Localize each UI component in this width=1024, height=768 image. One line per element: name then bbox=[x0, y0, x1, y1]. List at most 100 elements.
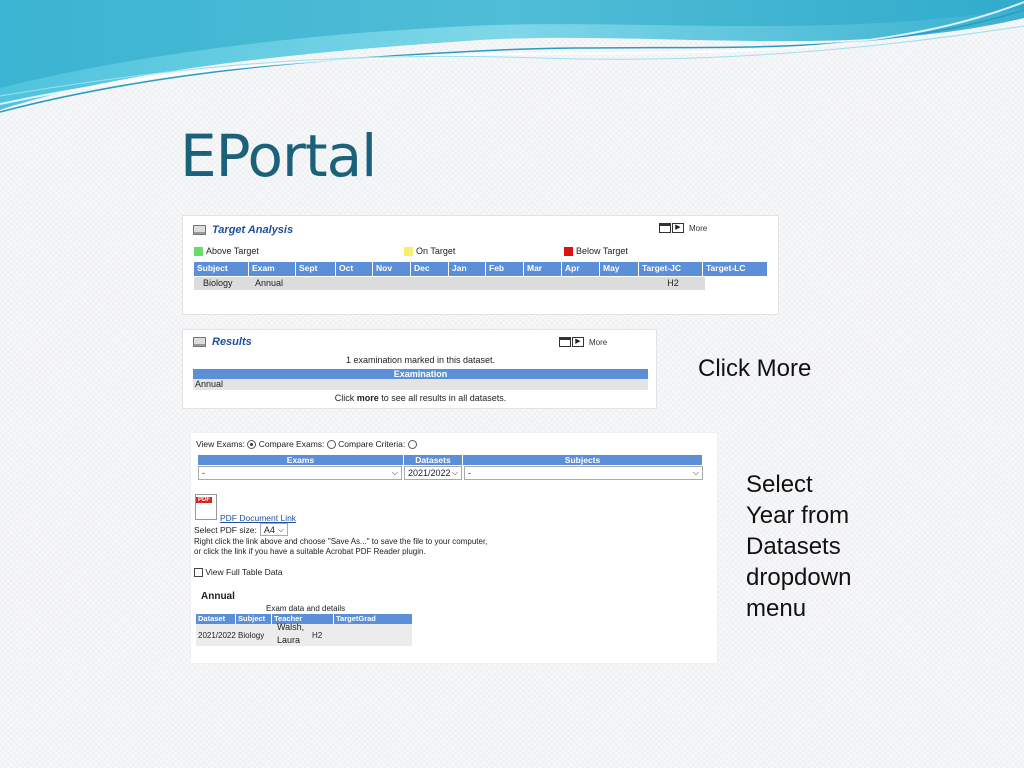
col-dec: Dec bbox=[411, 262, 449, 276]
header-wave-decoration bbox=[0, 0, 1024, 113]
swatch-green bbox=[194, 246, 203, 256]
col-mar: Mar bbox=[524, 262, 562, 276]
note-line: menu bbox=[746, 595, 807, 622]
pdf-size-dropdown[interactable]: A4 ⌵ bbox=[259, 523, 288, 536]
results-summary: 1 examination marked in this dataset. bbox=[345, 355, 496, 365]
col-subject: Subject bbox=[194, 262, 249, 276]
legend-label: Below Target bbox=[576, 246, 628, 256]
col-exam: Exam bbox=[249, 262, 296, 276]
target-analysis-title: Target Analysis bbox=[212, 224, 294, 236]
col-datasets: Datasets bbox=[404, 455, 463, 465]
col-targetgrad: TargetGrad bbox=[334, 614, 412, 624]
col-apr: Apr bbox=[562, 262, 600, 276]
results-more[interactable]: ▶ More bbox=[559, 337, 607, 347]
col-jan: Jan bbox=[449, 262, 486, 276]
results-row[interactable]: Annual bbox=[193, 379, 648, 390]
legend-below-target: Below Target bbox=[564, 246, 628, 256]
cell-target-jc: H2 bbox=[667, 278, 679, 288]
exams-dropdown[interactable]: - ⌵ bbox=[198, 466, 402, 480]
full-table-label: View Full Table Data bbox=[205, 567, 283, 577]
note-line: dropdown bbox=[746, 564, 852, 591]
col-nov: Nov bbox=[373, 262, 411, 276]
datasets-value: 2021/2022 bbox=[408, 468, 451, 478]
cell-dataset: 2021/2022 bbox=[198, 630, 236, 640]
col-subject: Subject bbox=[236, 614, 272, 624]
teacher-line-2: Laura bbox=[277, 635, 301, 645]
footer-post: to see all results in all datasets. bbox=[378, 393, 507, 403]
results-footer: Click more to see all results in all dat… bbox=[193, 393, 648, 403]
target-analysis-header: Target Analysis bbox=[183, 221, 658, 239]
target-analysis-panel: Target Analysis ▶ More Above Target On T… bbox=[182, 215, 779, 315]
pdf-icon[interactable]: PDF bbox=[195, 494, 217, 520]
pdf-instructions-2: or click the link if you have a suitable… bbox=[194, 547, 426, 556]
pdf-icon-badge: PDF bbox=[196, 497, 212, 503]
more-label: More bbox=[589, 337, 608, 347]
cell-exam: Annual bbox=[255, 278, 284, 288]
target-legend: Above Target On Target Below Target bbox=[194, 246, 754, 256]
col-dataset: Dataset bbox=[196, 614, 236, 624]
cell-months bbox=[296, 277, 641, 290]
section-title: Annual bbox=[201, 591, 235, 602]
cell-teacher: Walsh, Laura bbox=[272, 622, 310, 648]
chevron-down-icon: ⌵ bbox=[692, 468, 699, 477]
col-target-jc: Target-JC bbox=[639, 262, 703, 276]
window-icon bbox=[659, 223, 671, 233]
note-select-year: Select Year from Datasets dropdown menu bbox=[746, 469, 851, 624]
view-exams-radio[interactable] bbox=[247, 440, 257, 450]
results-header: Results bbox=[183, 333, 496, 351]
col-exams: Exams bbox=[198, 455, 404, 465]
subjects-value: - bbox=[468, 468, 471, 478]
play-icon: ▶ bbox=[672, 223, 684, 233]
table-row: 2021/2022 Biology Walsh, Laura H2 bbox=[196, 622, 412, 648]
col-oct: Oct bbox=[336, 262, 373, 276]
note-click-more: Click More bbox=[698, 355, 812, 382]
chevron-down-icon: ⌵ bbox=[391, 468, 398, 477]
col-subjects: Subjects bbox=[463, 455, 703, 465]
legend-above-target: Above Target bbox=[194, 246, 404, 256]
teacher-line-1: Walsh, bbox=[277, 622, 305, 632]
compare-criteria-label: Compare Criteria: bbox=[338, 439, 406, 449]
compare-exams-radio[interactable] bbox=[326, 440, 336, 450]
cell-subject: Biology bbox=[203, 278, 233, 288]
legend-label: On Target bbox=[416, 246, 456, 256]
subjects-dropdown[interactable]: - ⌵ bbox=[464, 466, 703, 480]
pdf-document-link[interactable]: PDF Document Link bbox=[220, 513, 296, 523]
cell-target: H2 bbox=[312, 630, 323, 640]
chevron-down-icon: ⌵ bbox=[451, 468, 458, 477]
results-column-header: Examination bbox=[193, 369, 648, 379]
more-link[interactable]: more bbox=[357, 393, 379, 403]
legend-label: Above Target bbox=[206, 246, 259, 256]
window-icon bbox=[559, 337, 571, 347]
more-label: More bbox=[689, 223, 708, 233]
cell-subject: Biology bbox=[238, 630, 265, 640]
pdf-instructions-1: Right click the link above and choose "S… bbox=[194, 537, 488, 546]
panel-icon bbox=[193, 337, 206, 347]
col-target-lc: Target-LC bbox=[703, 262, 768, 276]
target-analysis-more[interactable]: ▶ More bbox=[659, 223, 707, 233]
datasets-dropdown[interactable]: 2021/2022 ⌵ bbox=[404, 466, 462, 480]
compare-criteria-radio[interactable] bbox=[407, 440, 417, 450]
slide-title: EPortal bbox=[180, 122, 377, 190]
play-icon: ▶ bbox=[572, 337, 584, 347]
view-exams-label: View Exams: bbox=[196, 439, 245, 449]
pdf-size-row: Select PDF size: A4 ⌵ bbox=[194, 523, 288, 536]
exams-panel: View Exams: Compare Exams: Compare Crite… bbox=[190, 432, 718, 664]
note-line: Year from bbox=[746, 502, 850, 529]
footer-pre: Click bbox=[334, 393, 357, 403]
col-may: May bbox=[600, 262, 639, 276]
full-table-checkbox[interactable] bbox=[194, 568, 203, 578]
note-line: Datasets bbox=[746, 533, 841, 560]
results-title: Results bbox=[212, 336, 252, 348]
table-row: Biology Annual H2 bbox=[194, 277, 705, 290]
view-mode-row: View Exams: Compare Exams: Compare Crite… bbox=[196, 439, 417, 450]
results-panel: Results ▶ More 1 examination marked in t… bbox=[182, 329, 657, 409]
table-caption: Exam data and details bbox=[266, 604, 346, 613]
selector-row: - ⌵ 2021/2022 ⌵ - ⌵ bbox=[198, 466, 703, 480]
selector-header: Exams Datasets Subjects bbox=[198, 455, 703, 465]
exams-value: - bbox=[202, 468, 205, 478]
chevron-down-icon: ⌵ bbox=[277, 524, 284, 534]
panel-icon bbox=[193, 225, 206, 235]
compare-exams-label: Compare Exams: bbox=[258, 439, 325, 449]
pdf-size-value: A4 bbox=[263, 524, 275, 535]
legend-on-target: On Target bbox=[404, 246, 564, 256]
